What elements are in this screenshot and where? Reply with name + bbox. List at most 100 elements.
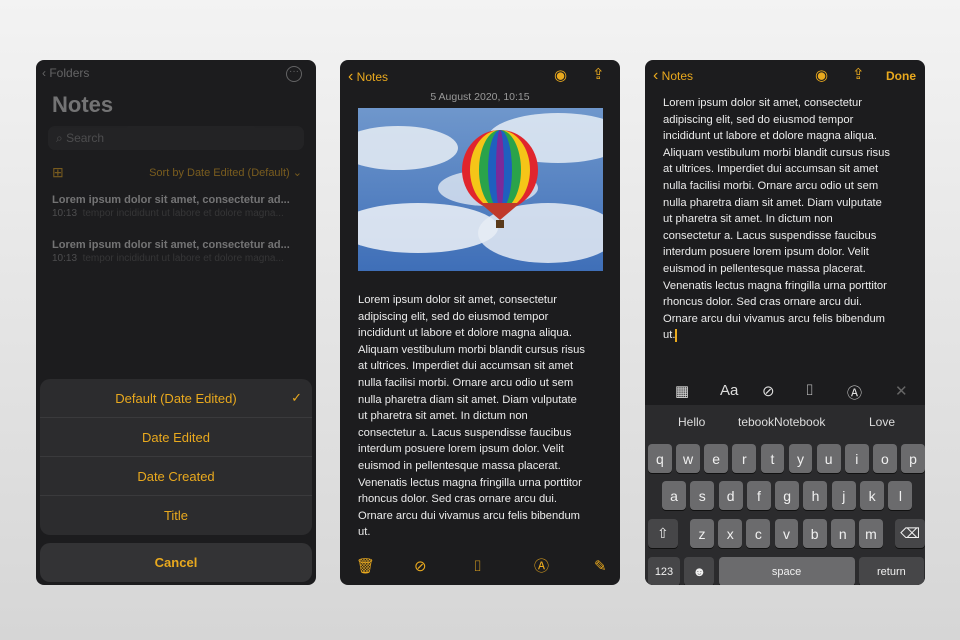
note-line: at ultrices. Imperdiet dui accumsan sit … xyxy=(663,163,879,176)
note-line: ut pharetra sit amet. In dictum non xyxy=(663,213,833,226)
note-time: 10:13 xyxy=(52,208,78,219)
sort-option-title[interactable]: Title xyxy=(40,496,312,535)
add-people-icon[interactable]: ◉ xyxy=(815,68,828,84)
note-line: nulla facilisi morbi. Ornare arcu odio u… xyxy=(358,376,574,389)
text-cursor xyxy=(675,328,677,342)
key-m[interactable]: m xyxy=(859,519,883,548)
sort-option-default[interactable]: Default (Date Edited) ✓ xyxy=(40,379,312,418)
emoji-key[interactable]: ☻ xyxy=(684,557,715,585)
compose-icon[interactable]: ✎ xyxy=(594,559,607,575)
note-line: ut pharetra sit amet. In dictum non xyxy=(358,410,528,423)
share-icon[interactable]: ⇪ xyxy=(852,67,865,83)
text-format-icon[interactable]: Aa xyxy=(720,382,738,399)
key-q[interactable]: q xyxy=(648,444,672,473)
suggestion[interactable]: Hello xyxy=(678,415,705,429)
back-label: Folders xyxy=(49,66,90,80)
markup-icon[interactable]: Ⓐ xyxy=(847,382,862,403)
gallery-view-icon[interactable]: ⊞ xyxy=(52,164,64,181)
sort-button[interactable]: Sort by Date Edited (Default) ⌄ xyxy=(149,166,302,179)
add-people-icon[interactable]: ◉ xyxy=(554,68,567,84)
option-label: Title xyxy=(163,508,189,523)
key-y[interactable]: y xyxy=(788,444,813,473)
key-j[interactable]: j xyxy=(831,481,856,510)
markup-icon[interactable]: Ⓐ xyxy=(534,559,549,575)
note-line: adipiscing elit, sed do eiusmod tempor xyxy=(663,113,854,126)
key-x[interactable]: x xyxy=(718,519,743,548)
close-icon[interactable]: ✕ xyxy=(895,382,908,400)
note-line: ut. xyxy=(663,328,677,342)
key-a[interactable]: a xyxy=(662,481,686,510)
key-p[interactable]: p xyxy=(901,444,925,473)
note-line: nulla facilisi morbi. Ornare arcu odio u… xyxy=(663,179,879,192)
camera-icon[interactable]: ⌷ xyxy=(805,382,814,399)
backspace-key[interactable]: ⌫ xyxy=(895,519,925,548)
space-key[interactable]: space xyxy=(718,557,855,585)
key-o[interactable]: o xyxy=(873,444,897,473)
note-line: nulla pharetra diam sit amet. Diam vulpu… xyxy=(358,393,577,406)
note-line: Ornare arcu dui vivamus arcu felis biben… xyxy=(358,509,580,522)
suggestion[interactable]: Love xyxy=(869,415,895,429)
key-t[interactable]: t xyxy=(760,444,785,473)
note-time: 10:13 xyxy=(52,253,78,264)
note-line: Aliquam vestibulum morbi blandit cursus … xyxy=(358,343,585,356)
note-line: rhoncus dolor. Sed cras ornare arcu dui. xyxy=(663,296,862,309)
key-b[interactable]: b xyxy=(802,519,827,548)
key-s[interactable]: s xyxy=(690,481,715,510)
balloon-image[interactable] xyxy=(340,108,620,271)
note-line: Venenatis lectus magna fringilla urna po… xyxy=(358,476,582,489)
table-icon[interactable]: ▦ xyxy=(675,382,689,400)
shift-key[interactable]: ⇧ xyxy=(648,519,678,548)
key-v[interactable]: v xyxy=(774,519,799,548)
keyboard: Hello tebookNotebook Love qwertyuiop asd… xyxy=(645,405,925,585)
more-icon[interactable]: ··· xyxy=(286,66,302,82)
note-body-editor[interactable]: Lorem ipsum dolor sit amet, consectetur a… xyxy=(663,95,890,344)
search-input[interactable]: ⌕ Search xyxy=(48,126,304,150)
sort-option-date-created[interactable]: Date Created xyxy=(40,457,312,496)
return-key[interactable]: return xyxy=(858,557,924,585)
note-line: Lorem ipsum dolor sit amet, consectetur xyxy=(663,97,862,109)
note-edit-screen: ‹ Notes ◉ ⇪ Done Lorem ipsum dolor sit a… xyxy=(645,60,925,585)
format-toolbar: ▦ Aa ⊘ ⌷ Ⓐ ✕ xyxy=(645,376,925,406)
back-label: Notes xyxy=(661,69,694,83)
back-notes-button[interactable]: ‹ Notes xyxy=(653,67,693,85)
list-item[interactable]: Lorem ipsum dolor sit amet, consectetur … xyxy=(52,239,312,264)
done-button[interactable]: Done xyxy=(886,69,916,83)
note-line: euismod in pellentesque massa placerat. xyxy=(663,262,866,275)
suggestion[interactable]: tebookNotebook xyxy=(738,415,825,429)
back-notes-button[interactable]: ‹ Notes xyxy=(348,68,388,86)
option-label: Default (Date Edited) xyxy=(115,390,237,406)
key-w[interactable]: w xyxy=(676,444,700,473)
key-g[interactable]: g xyxy=(775,481,800,510)
key-c[interactable]: c xyxy=(746,519,771,548)
note-line: euismod in pellentesque massa placerat. xyxy=(358,459,561,472)
share-icon[interactable]: ⇪ xyxy=(592,67,605,83)
key-z[interactable]: z xyxy=(690,519,714,548)
back-folders-button[interactable]: ‹ Folders xyxy=(42,66,89,80)
note-view-screen: ‹ Notes ◉ ⇪ 5 August 2020, 10:15 Lorem i… xyxy=(340,60,620,585)
key-u[interactable]: u xyxy=(816,444,841,473)
numbers-key[interactable]: 123 xyxy=(648,557,680,585)
key-f[interactable]: f xyxy=(746,481,771,510)
sort-option-date-edited[interactable]: Date Edited xyxy=(40,418,312,457)
checklist-icon[interactable]: ⊘ xyxy=(414,559,427,575)
trash-icon[interactable]: 🗑︎ xyxy=(356,559,375,575)
key-l[interactable]: l xyxy=(888,481,913,510)
key-h[interactable]: h xyxy=(803,481,828,510)
note-line: adipiscing elit, sed do eiusmod tempor xyxy=(358,310,549,323)
checklist-icon[interactable]: ⊘ xyxy=(762,382,775,400)
key-e[interactable]: e xyxy=(704,444,729,473)
camera-icon[interactable]: ⌷ xyxy=(473,559,482,575)
note-line: Ornare arcu dui vivamus arcu felis biben… xyxy=(663,312,885,325)
key-r[interactable]: r xyxy=(732,444,757,473)
note-line: consectetur a. Lacus suspendisse faucibu… xyxy=(663,229,877,242)
key-k[interactable]: k xyxy=(860,481,885,510)
key-i[interactable]: i xyxy=(844,444,869,473)
note-body[interactable]: Lorem ipsum dolor sit amet, consectetur a… xyxy=(358,292,585,541)
note-line: Aliquam vestibulum morbi blandit cursus … xyxy=(663,146,890,159)
cancel-button[interactable]: Cancel xyxy=(40,543,312,582)
key-n[interactable]: n xyxy=(830,519,855,548)
cancel-label: Cancel xyxy=(154,555,198,570)
list-item[interactable]: Lorem ipsum dolor sit amet, consectetur … xyxy=(52,194,312,219)
key-d[interactable]: d xyxy=(718,481,743,510)
notes-list-screen: ‹ Folders ··· Notes ⌕ Search ⊞ Sort by D… xyxy=(36,60,316,585)
